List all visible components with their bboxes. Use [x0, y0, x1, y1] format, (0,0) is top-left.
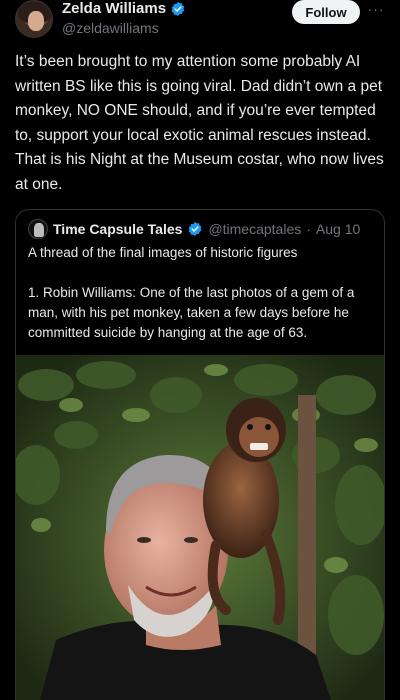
quoted-author-handle[interactable]: @timecaptales [208, 221, 301, 237]
tweet: Zelda Williams @zeldawilliams Follow ···… [0, 0, 400, 700]
tweet-text: It’s been brought to my attention some p… [15, 53, 384, 193]
author-info: Zelda Williams @zeldawilliams [62, 0, 186, 37]
more-horizontal-icon[interactable]: ··· [366, 2, 386, 20]
author-avatar[interactable] [15, 0, 53, 38]
separator-dot: · [306, 221, 311, 237]
avatar-face [28, 11, 44, 31]
verified-badge-icon [189, 222, 202, 236]
verified-badge-icon [171, 2, 185, 16]
quoted-tweet[interactable]: Time Capsule Tales @timecaptales · Aug 1… [15, 209, 385, 700]
avatar-silhouette [34, 223, 44, 237]
quoted-tweet-photo[interactable] [16, 355, 384, 700]
quoted-tweet-date[interactable]: Aug 10 [316, 221, 360, 237]
quoted-author-display-name[interactable]: Time Capsule Tales [53, 221, 182, 237]
quoted-tweet-line-1: A thread of the final images of historic… [28, 245, 298, 260]
follow-button[interactable]: Follow [292, 0, 360, 24]
quoted-author-avatar[interactable] [28, 219, 48, 239]
author-handle[interactable]: @zeldawilliams [62, 19, 186, 37]
quoted-tweet-header: Time Capsule Tales @timecaptales · Aug 1… [28, 218, 360, 240]
quoted-tweet-text: A thread of the final images of historic… [28, 243, 378, 343]
quoted-tweet-line-2: 1. Robin Williams: One of the last photo… [28, 285, 355, 340]
photo-man-with-monkey [16, 355, 384, 700]
display-name-row: Zelda Williams [62, 0, 186, 18]
author-display-name[interactable]: Zelda Williams [62, 0, 166, 18]
